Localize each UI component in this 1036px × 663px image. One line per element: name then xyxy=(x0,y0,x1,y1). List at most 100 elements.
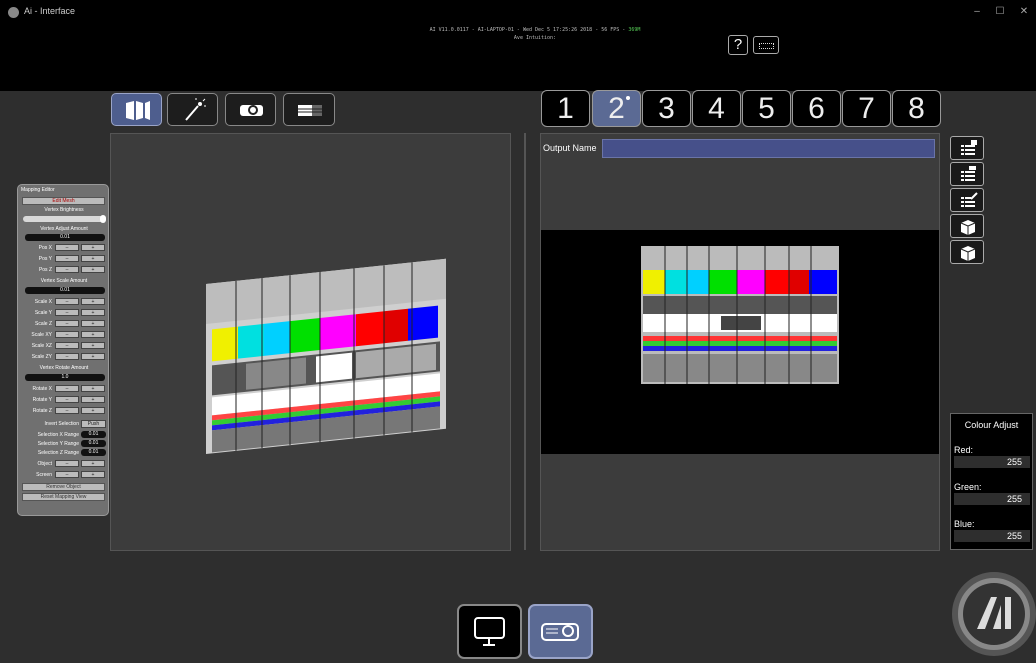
scale-zy-minus-button[interactable]: – xyxy=(55,353,79,360)
scale-y-label: Scale Y xyxy=(34,310,52,316)
list-import-icon xyxy=(961,166,976,181)
pos-y-plus-button[interactable]: + xyxy=(81,255,105,262)
effects-mode-button[interactable] xyxy=(167,93,218,126)
screen-plus-button[interactable]: + xyxy=(81,471,105,478)
scale-xy-minus-button[interactable]: – xyxy=(55,331,79,338)
blue-label: Blue: xyxy=(954,519,975,529)
ai-logo-mark xyxy=(977,597,1011,629)
monitor-icon xyxy=(474,617,505,646)
projector-mode-button[interactable] xyxy=(225,93,276,126)
keyboard-button[interactable] xyxy=(753,36,779,54)
scale-z-row: Scale Z – + xyxy=(21,320,107,328)
pos-z-row: Pos Z – + xyxy=(21,266,107,274)
scale-xy-plus-button[interactable]: + xyxy=(81,331,105,338)
vertex-scale-value[interactable]: 0.01 xyxy=(25,287,105,294)
rotate-y-minus-button[interactable]: – xyxy=(55,396,79,403)
object-plus-button[interactable]: + xyxy=(81,460,105,467)
selection-z-label: Selection Z Range xyxy=(37,450,79,456)
rotate-y-label: Rotate Y xyxy=(32,397,52,403)
pos-z-minus-button[interactable]: – xyxy=(55,266,79,273)
scale-x-minus-button[interactable]: – xyxy=(55,298,79,305)
pos-y-minus-button[interactable]: – xyxy=(55,255,79,262)
screen-minus-button[interactable]: – xyxy=(55,471,79,478)
app-icon xyxy=(8,7,19,18)
rotate-x-minus-button[interactable]: – xyxy=(55,385,79,392)
selection-z-row: Selection Z Range 0.01 xyxy=(21,449,107,457)
output-tab-1[interactable]: 1 xyxy=(541,90,590,127)
edit-list-button[interactable] xyxy=(950,188,984,212)
selection-z-value[interactable]: 0.01 xyxy=(81,449,106,456)
list-edit-icon xyxy=(961,192,978,207)
help-button[interactable]: ? xyxy=(728,35,748,55)
mapping-icon xyxy=(126,101,150,120)
rotate-z-minus-button[interactable]: – xyxy=(55,407,79,414)
vertex-brightness-slider[interactable] xyxy=(23,215,106,223)
vertex-scale-label: Vertex Scale Amount xyxy=(40,278,88,284)
output-name-input[interactable] xyxy=(602,139,935,158)
scale-xz-minus-button[interactable]: – xyxy=(55,342,79,349)
push-button[interactable]: Push xyxy=(81,420,106,428)
minimize-button[interactable]: – xyxy=(967,6,987,17)
top-bar: AI V11.0.0117 - AI-LAPTOP-01 - Wed Dec 5… xyxy=(0,25,1036,91)
scale-z-minus-button[interactable]: – xyxy=(55,320,79,327)
rotate-y-plus-button[interactable]: + xyxy=(81,396,105,403)
scale-y-minus-button[interactable]: – xyxy=(55,309,79,316)
export-list-button[interactable] xyxy=(950,136,984,160)
edit-mesh-button[interactable]: Edit Mesh xyxy=(22,197,105,205)
green-value[interactable]: 255 xyxy=(954,493,1030,505)
output-tab-7[interactable]: 7 xyxy=(842,90,891,127)
output-tab-8[interactable]: 8 xyxy=(892,90,941,127)
pos-z-plus-button[interactable]: + xyxy=(81,266,105,273)
keyboard-icon xyxy=(759,43,774,49)
pos-x-label: Pos X xyxy=(38,245,52,251)
vertex-rotate-label: Vertex Rotate Amount xyxy=(39,365,89,371)
mapping-view[interactable] xyxy=(110,133,511,551)
monitor-view-button[interactable] xyxy=(457,604,522,659)
projector-icon xyxy=(240,105,263,116)
scale-zy-label: Scale ZY xyxy=(31,354,52,360)
rotate-x-plus-button[interactable]: + xyxy=(81,385,105,392)
scale-xz-plus-button[interactable]: + xyxy=(81,342,105,349)
export-object-button[interactable] xyxy=(950,214,984,238)
output-tab-5[interactable]: 5 xyxy=(742,90,791,127)
view-divider xyxy=(524,133,526,550)
vertex-adjust-value[interactable]: 0.01 xyxy=(25,234,105,241)
ave-status: Ave Intuition: xyxy=(513,35,557,41)
vertex-rotate-value[interactable]: 1.0 xyxy=(25,374,105,381)
red-label: Red: xyxy=(954,445,974,455)
selection-x-value[interactable]: 0.01 xyxy=(81,431,106,438)
invert-selection-label: Invert Selection xyxy=(44,421,79,427)
import-list-button[interactable] xyxy=(950,162,984,186)
output-tab-6[interactable]: 6 xyxy=(792,90,841,127)
output-tab-2[interactable]: 2 xyxy=(592,90,641,127)
projector-icon xyxy=(541,623,579,641)
led-mode-button[interactable] xyxy=(283,93,335,126)
led-panel-icon xyxy=(298,105,322,116)
pos-x-minus-button[interactable]: – xyxy=(55,244,79,251)
mapping-mode-button[interactable] xyxy=(111,93,162,126)
pos-y-row: Pos Y – + xyxy=(21,255,107,263)
scale-x-plus-button[interactable]: + xyxy=(81,298,105,305)
close-button[interactable]: ✕ xyxy=(1014,6,1034,17)
remove-object-button[interactable]: Remove Object xyxy=(22,483,105,491)
selection-y-value[interactable]: 0.01 xyxy=(81,440,106,447)
object-minus-button[interactable]: – xyxy=(55,460,79,467)
output-tab-3[interactable]: 3 xyxy=(642,90,691,127)
scale-zy-plus-button[interactable]: + xyxy=(81,353,105,360)
output-tab-4[interactable]: 4 xyxy=(692,90,741,127)
scale-z-plus-button[interactable]: + xyxy=(81,320,105,327)
maximize-button[interactable]: ☐ xyxy=(990,6,1010,17)
selection-x-row: Selection X Range 0.01 xyxy=(21,431,107,439)
mapping-editor-title: Mapping Editor xyxy=(21,187,55,193)
projector-view-button[interactable] xyxy=(528,604,593,659)
reset-mapping-view-button[interactable]: Reset Mapping View xyxy=(22,493,105,501)
red-value[interactable]: 255 xyxy=(954,456,1030,468)
scale-y-plus-button[interactable]: + xyxy=(81,309,105,316)
system-info: AI V11.0.0117 - AI-LAPTOP-01 - Wed Dec 5… xyxy=(300,27,770,33)
pos-x-plus-button[interactable]: + xyxy=(81,244,105,251)
scale-xy-row: Scale XY – + xyxy=(21,331,107,339)
import-object-button[interactable] xyxy=(950,240,984,264)
rotate-z-plus-button[interactable]: + xyxy=(81,407,105,414)
scale-x-row: Scale X – + xyxy=(21,298,107,306)
blue-value[interactable]: 255 xyxy=(954,530,1030,542)
